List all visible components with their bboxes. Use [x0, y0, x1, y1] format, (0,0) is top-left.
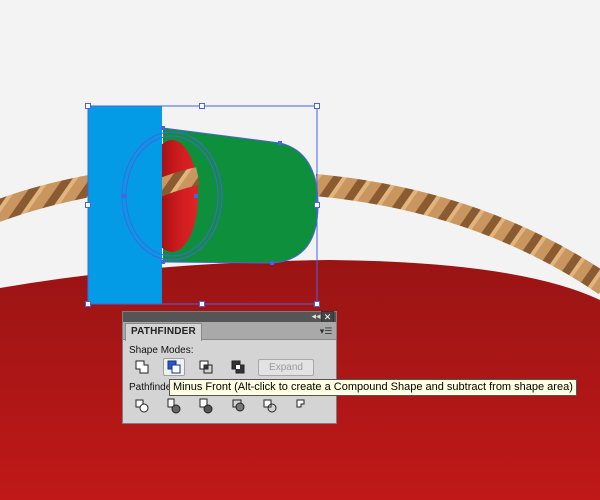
handle-middle-right — [314, 202, 320, 208]
handle-bottom-left — [85, 301, 91, 307]
unite-icon — [135, 360, 149, 374]
merge-icon — [199, 398, 213, 414]
outline-icon — [263, 399, 277, 413]
panel-menu-icon[interactable]: ▾☰ — [319, 325, 333, 337]
minus-back-icon — [296, 399, 305, 408]
unite-button[interactable] — [131, 358, 153, 376]
pathfinder-panel: ◂◂ ✕ PATHFINDER ▾☰ Shape Modes: Expand P… — [122, 311, 337, 424]
outline-button[interactable] — [259, 397, 281, 415]
trim-icon — [167, 398, 181, 414]
handle-top-right — [314, 103, 320, 109]
expand-button[interactable]: Expand — [258, 359, 314, 376]
shape-modes-label: Shape Modes: — [129, 345, 194, 356]
exclude-button[interactable] — [227, 358, 249, 376]
crop-button[interactable] — [227, 397, 249, 415]
minus-front-button[interactable] — [163, 358, 185, 376]
divide-icon — [135, 399, 149, 413]
divide-button[interactable] — [131, 397, 153, 415]
handle-top-middle — [199, 103, 205, 109]
handle-middle-left — [85, 202, 91, 208]
trim-button[interactable] — [163, 397, 185, 415]
crop-icon — [232, 399, 245, 412]
artboard-canvas[interactable] — [0, 0, 600, 500]
minus-front-icon — [167, 360, 181, 374]
merge-button[interactable] — [195, 397, 217, 415]
exclude-icon — [231, 360, 245, 374]
minus-back-button[interactable] — [291, 397, 313, 415]
panel-title-bar[interactable]: ◂◂ ✕ — [123, 311, 336, 324]
blue-rectangle-shape[interactable] — [88, 106, 162, 304]
handle-top-left — [85, 103, 91, 109]
tab-pathfinder[interactable]: PATHFINDER — [125, 323, 202, 341]
handle-bottom-middle — [199, 301, 205, 307]
intersect-icon — [199, 360, 213, 374]
handle-bottom-right — [314, 301, 320, 307]
panel-tab-row: PATHFINDER ▾☰ — [123, 322, 336, 341]
minus-front-tooltip: Minus Front (Alt-click to create a Compo… — [169, 379, 577, 396]
rope-left — [0, 174, 97, 222]
intersect-button[interactable] — [195, 358, 217, 376]
